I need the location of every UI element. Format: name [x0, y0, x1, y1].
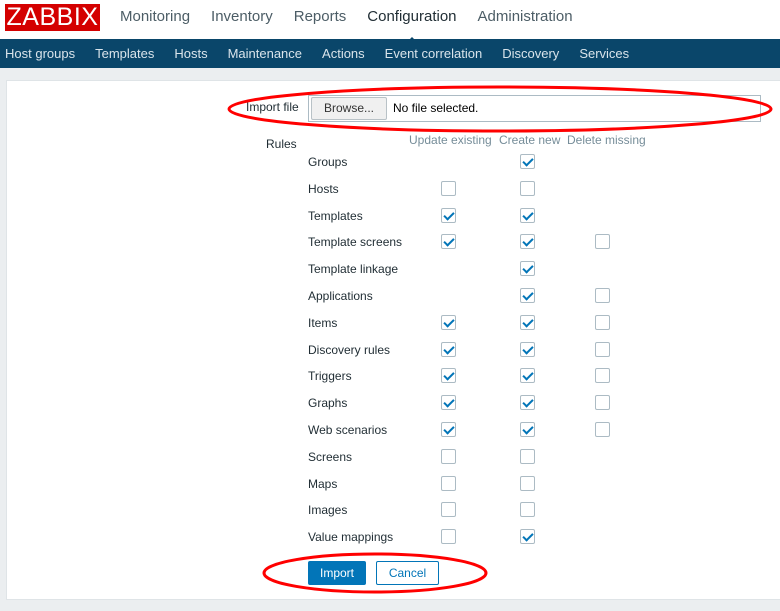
column-header-delete-missing: Delete missing [567, 133, 646, 147]
checkbox-discovery-rules-delete[interactable] [595, 341, 610, 357]
checkbox-template-screens-delete[interactable] [595, 234, 610, 250]
sub-nav-maintenance[interactable]: Maintenance [228, 39, 302, 68]
checkbox-graphs-update[interactable] [441, 395, 456, 411]
checkbox-value-mappings-update[interactable] [441, 529, 456, 545]
sub-nav-host-groups[interactable]: Host groups [5, 39, 75, 68]
checkbox-value-mappings-create[interactable] [520, 529, 535, 545]
top-nav-reports[interactable]: Reports [294, 0, 347, 39]
rule-label-value-mappings: Value mappings [308, 530, 394, 545]
checkbox-triggers-create[interactable] [520, 368, 535, 384]
rule-label-discovery-rules: Discovery rules [308, 342, 391, 357]
checkbox-web-scenarios-update[interactable] [441, 422, 456, 437]
rules-label: Rules [266, 137, 297, 151]
top-nav-administration[interactable]: Administration [478, 0, 573, 39]
browse-button[interactable]: Browse... [311, 97, 387, 120]
checkbox-images-update[interactable] [441, 502, 456, 518]
sub-nav-event-correlation[interactable]: Event correlation [385, 39, 483, 68]
import-file-label: Import file [246, 100, 299, 114]
sub-nav-actions[interactable]: Actions [322, 39, 365, 68]
rule-label-images: Images [308, 503, 348, 518]
checkbox-hosts-update[interactable] [441, 180, 456, 196]
top-header: ZABBIX Monitoring Inventory Reports Configu… [0, 0, 780, 39]
import-form-panel [6, 80, 780, 600]
rule-label-web-scenarios: Web scenarios [308, 423, 388, 437]
checkbox-web-scenarios-delete[interactable] [595, 422, 610, 437]
rule-label-template-linkage: Template linkage [308, 262, 399, 277]
checkbox-screens-create[interactable] [520, 448, 535, 464]
sub-nav-discovery[interactable]: Discovery [502, 39, 559, 68]
checkbox-hosts-create[interactable] [520, 180, 535, 196]
sub-nav: Host groups Templates Hosts Maintenance Acti… [0, 39, 780, 68]
import-button[interactable]: Import [308, 561, 366, 585]
rule-label-graphs: Graphs [308, 396, 348, 411]
rule-label-maps: Maps [308, 476, 338, 491]
column-header-update-existing: Update existing [409, 133, 492, 147]
zabbix-logo[interactable]: ZABBIX [5, 4, 100, 31]
rule-label-groups: Groups [308, 155, 348, 169]
checkbox-applications-delete[interactable] [595, 288, 610, 303]
top-nav-monitoring[interactable]: Monitoring [120, 0, 190, 39]
top-nav-configuration[interactable]: Configuration [367, 0, 456, 39]
sub-nav-services[interactable]: Services [579, 39, 629, 68]
rule-label-templates: Templates [308, 208, 363, 223]
checkbox-template-screens-create[interactable] [520, 234, 535, 250]
checkbox-web-scenarios-create[interactable] [520, 422, 535, 437]
checkbox-triggers-update[interactable] [441, 368, 456, 384]
checkbox-maps-create[interactable] [520, 475, 535, 491]
rule-label-hosts: Hosts [308, 181, 339, 196]
checkbox-discovery-rules-create[interactable] [520, 341, 535, 357]
checkbox-triggers-delete[interactable] [595, 368, 610, 384]
rule-label-template-screens: Template screens [308, 235, 403, 250]
sub-nav-templates[interactable]: Templates [95, 39, 154, 68]
checkbox-items-delete[interactable] [595, 314, 610, 330]
rule-label-screens: Screens [308, 449, 353, 464]
checkbox-items-create[interactable] [520, 314, 535, 330]
checkbox-graphs-create[interactable] [520, 395, 535, 411]
checkbox-screens-update[interactable] [441, 448, 456, 464]
checkbox-graphs-delete[interactable] [595, 395, 610, 411]
checkbox-templates-create[interactable] [520, 207, 535, 223]
file-status-text: No file selected. [393, 101, 479, 115]
checkbox-template-linkage-create[interactable] [520, 261, 535, 277]
checkbox-templates-update[interactable] [441, 207, 456, 223]
rule-label-items: Items [308, 315, 338, 330]
checkbox-template-screens-update[interactable] [441, 234, 456, 250]
sub-nav-hosts[interactable]: Hosts [174, 39, 207, 68]
column-header-create-new: Create new [499, 133, 561, 147]
rule-label-triggers: Triggers [308, 369, 352, 384]
top-nav: Monitoring Inventory Reports Configuration A… [120, 0, 594, 39]
checkbox-images-create[interactable] [520, 502, 535, 518]
checkbox-groups-create[interactable] [520, 154, 535, 169]
checkbox-applications-create[interactable] [520, 288, 535, 303]
top-nav-inventory[interactable]: Inventory [211, 0, 273, 39]
import-file-input[interactable]: Browse... No file selected. [308, 95, 761, 122]
cancel-button[interactable]: Cancel [376, 561, 439, 585]
checkbox-discovery-rules-update[interactable] [441, 341, 456, 357]
rule-label-applications: Applications [308, 289, 373, 303]
checkbox-maps-update[interactable] [441, 475, 456, 491]
checkbox-items-update[interactable] [441, 314, 456, 330]
